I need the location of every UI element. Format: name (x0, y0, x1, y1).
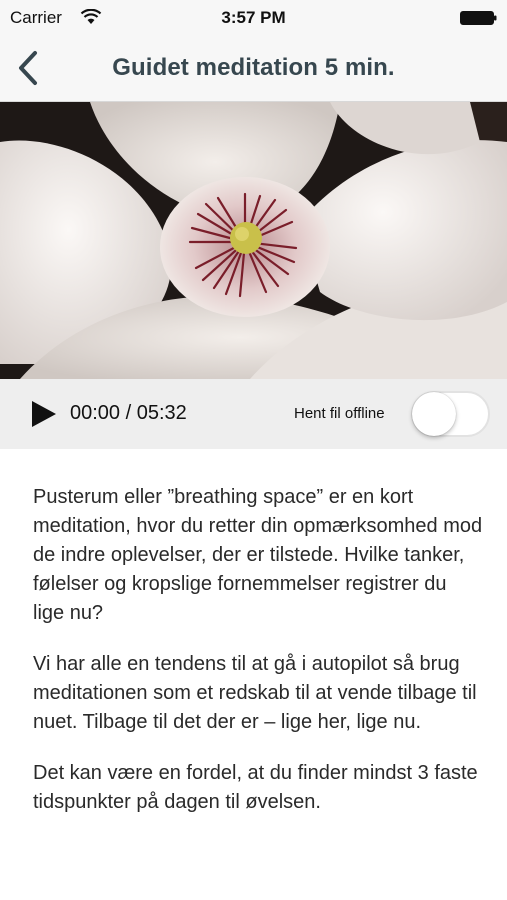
toggle-knob (412, 392, 456, 436)
status-bar: Carrier 3:57 PM (0, 0, 507, 36)
playback-time: 00:00 / 05:32 (70, 402, 187, 424)
navigation-bar: Guidet meditation 5 min. (0, 36, 507, 102)
page-title: Guidet meditation 5 min. (112, 54, 395, 81)
paragraph: Det kan være en fordel, at du finder min… (33, 762, 478, 813)
paragraph: Vi har alle en tendens til at gå i autop… (33, 653, 477, 733)
offline-toggle-label: Hent fil offline (294, 405, 385, 422)
status-time: 3:57 PM (221, 8, 286, 27)
magnolia-flower-photo (0, 102, 507, 379)
description: Pusterum eller ”breathing space” er en k… (33, 483, 483, 839)
offline-toggle[interactable] (411, 391, 490, 437)
battery-icon (460, 11, 497, 25)
play-icon[interactable] (30, 399, 58, 429)
audio-player: 00:00 / 05:32 Hent fil offline (0, 379, 507, 449)
paragraph: Pusterum eller ”breathing space” er en k… (33, 486, 483, 624)
